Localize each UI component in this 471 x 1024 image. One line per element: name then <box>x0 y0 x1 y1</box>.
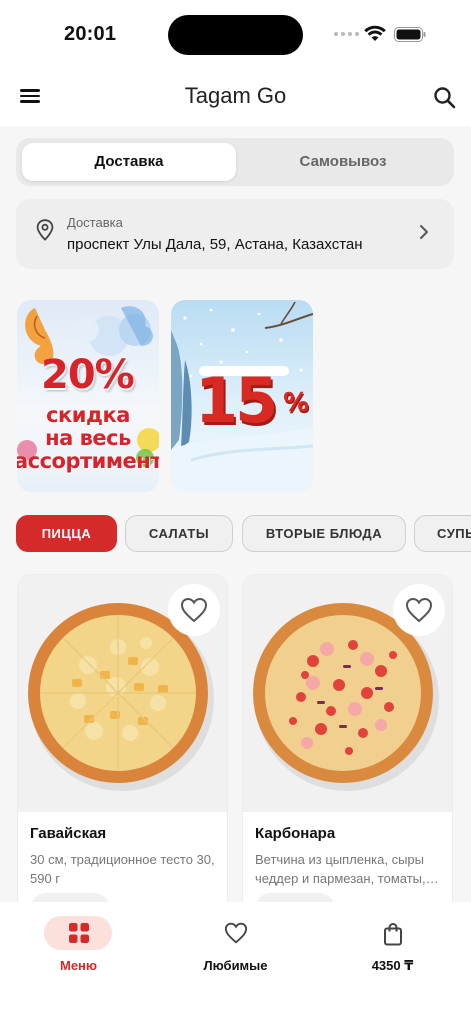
status-bar: 20:01 <box>0 0 471 70</box>
category-chip-main-dishes[interactable]: ВТОРЫЕ БЛЮДА <box>242 515 406 552</box>
signal-icon <box>334 32 359 36</box>
address-label: Доставка <box>67 215 123 230</box>
location-pin-icon <box>36 219 54 241</box>
status-time: 20:01 <box>64 23 117 45</box>
product-image <box>18 575 227 812</box>
address-value: проспект Улы Дала, 59, Астана, Казахстан <box>67 236 363 253</box>
tab-favorites-label: Любимые <box>203 958 268 973</box>
shopping-bag-icon <box>314 922 471 951</box>
product-description: 30 см, традиционное тесто 30, 590 г <box>30 852 215 886</box>
favorite-button[interactable] <box>168 584 220 636</box>
app-title: Tagam Go <box>184 83 287 108</box>
tab-pickup[interactable]: Самовывоз <box>236 143 450 181</box>
dynamic-island <box>168 15 303 55</box>
grid-icon <box>0 922 157 949</box>
promo-banner-20[interactable]: 20% скидка на весь ассортимент <box>17 300 159 492</box>
main-content: Доставка Самовывоз Доставка проспект Улы… <box>0 126 471 902</box>
product-price-button[interactable] <box>255 893 335 902</box>
banner-text-line: на весь <box>45 426 131 450</box>
tab-menu-label: Меню <box>59 958 97 973</box>
banner-discount-value: 20% <box>41 352 135 398</box>
banner-text-line: скидка <box>46 403 130 427</box>
product-name: Гавайская <box>30 825 107 842</box>
banner-text-line: ассортимент <box>17 449 159 473</box>
wifi-icon <box>364 25 386 41</box>
tab-favorites[interactable]: Любимые <box>157 902 314 982</box>
category-chip-soups[interactable]: СУПЫ <box>414 515 471 552</box>
bottom-tab-bar: Меню Любимые 4350 ₸ <box>0 902 471 1024</box>
category-chips: ПИЦЦА САЛАТЫ ВТОРЫЕ БЛЮДА СУПЫ <box>16 515 471 553</box>
heart-icon <box>405 597 433 623</box>
tab-delivery[interactable]: Доставка <box>22 143 236 181</box>
battery-icon <box>394 27 426 42</box>
product-card-carbonara[interactable]: Карбонара Ветчина из цыпленка, сыры чедд… <box>242 574 453 902</box>
heart-icon <box>157 922 314 949</box>
promo-banner-15[interactable]: 15 % <box>171 300 313 492</box>
favorite-button[interactable] <box>393 584 445 636</box>
address-selector[interactable]: Доставка проспект Улы Дала, 59, Астана, … <box>16 199 454 269</box>
product-description: Ветчина из цыпленка, сыры чеддер и парме… <box>255 852 426 886</box>
tab-cart[interactable]: 4350 ₸ <box>314 902 471 982</box>
cart-total: 4350 ₸ <box>371 958 414 973</box>
banner-discount-value: 15 <box>195 364 278 437</box>
product-image <box>243 575 452 812</box>
category-chip-salads[interactable]: САЛАТЫ <box>125 515 233 552</box>
tab-menu[interactable]: Меню <box>0 902 157 982</box>
app-header: Tagam Go <box>0 70 471 126</box>
chevron-right-icon <box>420 225 428 239</box>
banner-percent-sign: % <box>283 388 310 418</box>
category-chip-pizza[interactable]: ПИЦЦА <box>16 515 117 552</box>
product-card-hawaiian[interactable]: Гавайская 30 см, традиционное тесто 30, … <box>17 574 228 902</box>
delivery-toggle: Доставка Самовывоз <box>16 138 454 186</box>
search-icon[interactable] <box>432 85 458 111</box>
heart-icon <box>180 597 208 623</box>
product-name: Карбонара <box>255 825 336 842</box>
product-price-button[interactable] <box>30 893 110 902</box>
